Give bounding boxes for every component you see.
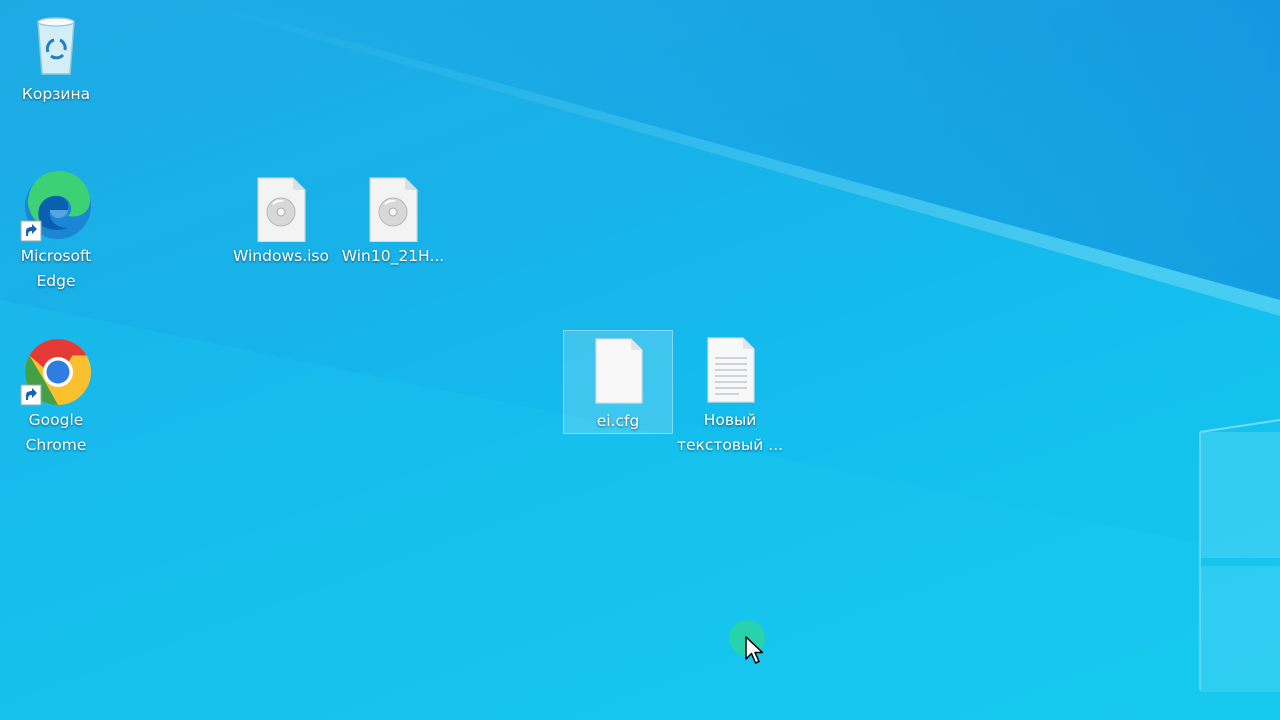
desktop-icon-microsoft-edge[interactable]: Microsoft Edge	[1, 166, 111, 294]
desktop-icon-label: Google Chrome	[25, 411, 87, 454]
desktop-icon-label: Корзина	[21, 85, 91, 103]
desktop-icon-label: Windows.iso	[233, 247, 329, 265]
desktop-icon-ei-cfg[interactable]: ei.cfg	[563, 330, 673, 434]
desktop-icon-label: ei.cfg	[596, 412, 640, 430]
desktop-icon-google-chrome[interactable]: Google Chrome	[1, 330, 111, 458]
microsoft-edge-icon	[20, 170, 92, 242]
desktop-icon-win10-iso[interactable]: Win10_21H...	[338, 166, 448, 269]
iso-file-icon	[245, 170, 317, 243]
shortcut-arrow-icon	[20, 384, 42, 406]
recycle-bin-icon	[20, 8, 92, 80]
shortcut-arrow-icon	[20, 220, 42, 242]
desktop-icon-label: Новый текстовый ...	[676, 411, 784, 454]
mouse-cursor-icon	[745, 636, 764, 664]
desktop-icon-label: Win10_21H...	[341, 247, 445, 265]
iso-file-icon	[357, 170, 429, 243]
google-chrome-icon	[20, 334, 92, 406]
desktop-icon-windows-iso[interactable]: Windows.iso	[226, 166, 336, 269]
blank-file-icon	[582, 335, 654, 407]
desktop-icon-recycle-bin[interactable]: Корзина	[1, 4, 111, 107]
windows-logo-pane	[1199, 419, 1280, 692]
text-file-icon	[694, 334, 766, 406]
desktop-icon-label: Microsoft Edge	[20, 247, 92, 290]
desktop-icon-new-text-document[interactable]: Новый текстовый ...	[675, 330, 785, 458]
